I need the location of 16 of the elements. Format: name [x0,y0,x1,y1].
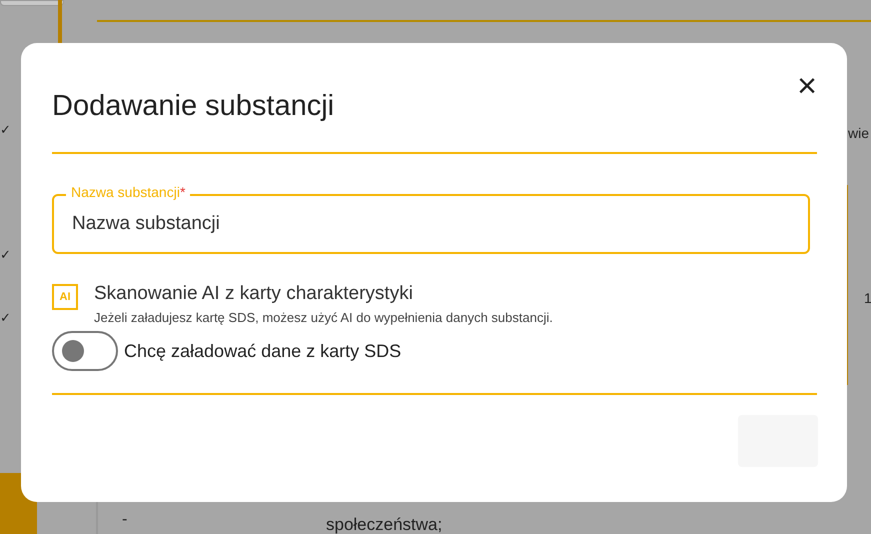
dialog-title: Dodawanie substancji [52,89,334,124]
close-button[interactable]: × [792,71,822,101]
check-mark: ✓ [0,309,11,327]
toggle-switch[interactable] [52,331,118,371]
check-mark: ✓ [0,246,11,264]
section-description: Jeżeli załadujesz kartę SDS, możesz użyć AI do wypełnienia danych substancji. [94,309,553,327]
table-cell-text: - [122,510,128,530]
field-label: Nazwa substancji* [66,184,190,200]
column-header: wie [848,124,870,143]
table-cell-text: społeczeństwa; [326,514,442,534]
sidebar-border [58,0,62,44]
check-mark: ✓ [0,121,11,139]
ai-badge: AI [52,284,78,310]
toggle-label: Chcę załadować dane z karty SDS [124,340,402,363]
table-cell-text: 1 [864,289,871,308]
section-title: Skanowanie AI z karty charakterystyki [94,282,414,306]
